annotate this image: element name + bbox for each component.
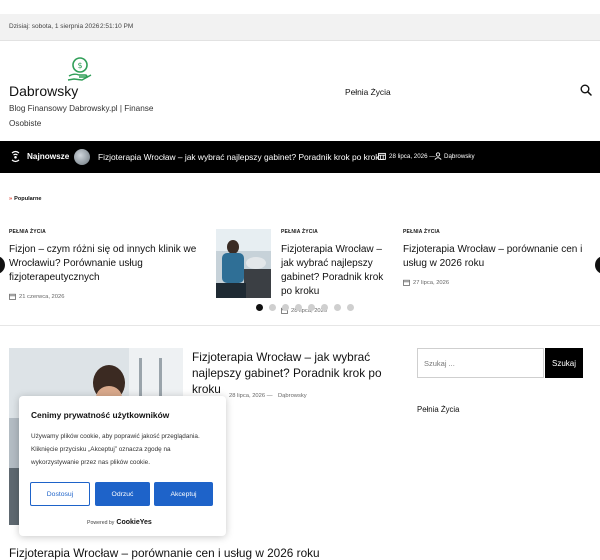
ticker-author[interactable]: Dąbrowsky [444, 153, 475, 160]
latest-ticker: Najnowsze Fizjoterapia Wrocław – jak wyb… [0, 141, 600, 173]
carousel-dot[interactable] [282, 304, 289, 311]
carousel-next-arrow[interactable] [595, 256, 600, 274]
slide-image[interactable] [216, 229, 271, 298]
next-post-title[interactable]: Fizjoterapia Wrocław – porównanie cen i … [9, 546, 320, 560]
cookie-title: Cenimy prywatność użytkowników [31, 410, 170, 420]
search-input[interactable] [417, 348, 544, 378]
slide-card[interactable]: PEŁNIA ŻYCIA Fizjoterapia Wrocław – jak … [281, 229, 389, 314]
popular-heading: » Popularne [9, 196, 42, 202]
physiotherapy-photo [216, 229, 271, 298]
user-icon [434, 152, 442, 160]
calendar-icon [378, 152, 386, 160]
slide-card[interactable]: PEŁNIA ŻYCIA Fizjon – czym różni się od … [9, 229, 204, 300]
carousel-dots [256, 304, 354, 311]
carousel-dot[interactable] [269, 304, 276, 311]
cookie-accept-button[interactable]: Akceptuj [154, 482, 213, 506]
cookie-text: Używamy plików cookie, aby poprawić jako… [31, 433, 200, 466]
nav-item-pelnia-zycia[interactable]: Pełnia Życia [345, 87, 391, 97]
money-hand-icon[interactable]: $ [66, 56, 94, 82]
calendar-icon [403, 279, 410, 286]
carousel-dot[interactable] [295, 304, 302, 311]
svg-text:$: $ [77, 61, 82, 70]
carousel-dot[interactable] [321, 304, 328, 311]
slide-card[interactable]: PEŁNIA ŻYCIA Fizjoterapia Wrocław – poró… [403, 229, 591, 286]
sidebar-item-pelnia-zycia[interactable]: Pełnia Życia [417, 405, 459, 414]
slide-category[interactable]: PEŁNIA ŻYCIA [403, 229, 591, 235]
cookie-reject-button[interactable]: Odrzuć [95, 482, 150, 506]
ticker-label: Najnowsze [27, 152, 70, 161]
cookie-customize-button[interactable]: Dostosuj [30, 482, 90, 506]
search-icon[interactable] [580, 84, 592, 96]
site-title[interactable]: Dabrowsky [9, 83, 78, 99]
section-divider [0, 325, 600, 326]
slide-title[interactable]: Fizjoterapia Wrocław – jak wybrać najlep… [281, 243, 389, 299]
top-bar: Dzisiaj: sobota, 1 sierpnia 2026 2:51:10… [0, 14, 600, 41]
calendar-icon [9, 293, 16, 300]
slide-meta: 27 lipca, 2026 [403, 279, 591, 286]
current-time: 2:51:10 PM [100, 23, 134, 30]
broadcast-icon [11, 150, 20, 163]
slide-title[interactable]: Fizjon – czym różni się od innych klinik… [9, 243, 204, 285]
ticker-thumbnail[interactable] [74, 149, 90, 165]
ticker-post-link[interactable]: Fizjoterapia Wrocław – jak wybrać najlep… [98, 152, 384, 162]
site-description: Blog Finansowy Dabrowsky.pl | Finanse Os… [9, 104, 154, 128]
slide-category[interactable]: PEŁNIA ŻYCIA [9, 229, 204, 235]
slide-title[interactable]: Fizjoterapia Wrocław – porównanie cen i … [403, 243, 591, 271]
cookieyes-logo: CookieYes [116, 519, 152, 526]
carousel-dot[interactable] [334, 304, 341, 311]
cookie-consent-dialog: Cenimy prywatność użytkowników Używamy p… [19, 396, 226, 536]
current-date: Dzisiaj: sobota, 1 sierpnia 2026 [9, 23, 100, 30]
carousel-dot[interactable] [256, 304, 263, 311]
slide-meta: 21 czerwca, 2026 [9, 293, 204, 300]
ticker-date: 28 lipca, 2026 — [389, 153, 436, 160]
search-button[interactable]: Szukaj [545, 348, 583, 378]
featured-author[interactable]: Dąbrowsky [278, 393, 307, 399]
carousel-dot[interactable] [308, 304, 315, 311]
featured-title[interactable]: Fizjoterapia Wrocław – jak wybrać najlep… [192, 349, 412, 397]
cookie-powered-by[interactable]: Powered by CookieYes [87, 519, 152, 526]
slide-category[interactable]: PEŁNIA ŻYCIA [281, 229, 389, 235]
carousel-prev-arrow[interactable] [0, 256, 5, 274]
featured-date: 28 lipca, 2026 — [229, 393, 273, 399]
carousel-dot[interactable] [347, 304, 354, 311]
